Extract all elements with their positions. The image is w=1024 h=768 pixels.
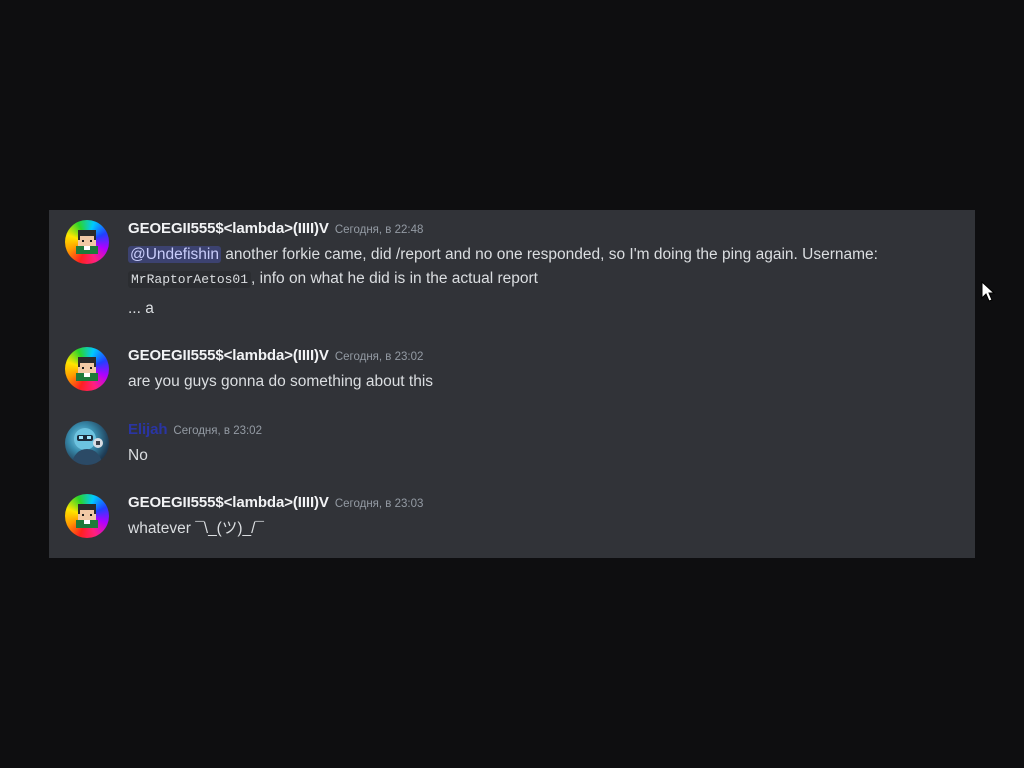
user-avatar[interactable] bbox=[65, 494, 109, 538]
user-mention[interactable]: @Undefishin bbox=[128, 246, 221, 263]
username[interactable]: Elijah bbox=[128, 421, 168, 438]
chat-message-panel: GEOEGII555$<lambda>(IIII)V Сегодня, в 22:… bbox=[49, 210, 975, 558]
message-group-4: GEOEGII555$<lambda>(IIII)V Сегодня, в 23:… bbox=[49, 487, 975, 547]
pixel-face-icon bbox=[76, 504, 98, 528]
pixel-face-icon bbox=[76, 230, 98, 254]
message-text: No bbox=[128, 447, 148, 464]
timestamp[interactable]: Сегодня, в 22:48 bbox=[335, 224, 424, 236]
message-content: ... a bbox=[128, 297, 968, 321]
message-header: Elijah Сегодня, в 23:02 bbox=[128, 421, 262, 441]
username[interactable]: GEOEGII555$<lambda>(IIII)V bbox=[128, 220, 329, 237]
message-text: , info on what he did is in the actual r… bbox=[251, 270, 538, 287]
user-avatar[interactable] bbox=[65, 220, 109, 264]
message-content: No bbox=[128, 444, 968, 468]
inline-code: MrRaptorAetos01 bbox=[128, 271, 252, 288]
timestamp[interactable]: Сегодня, в 23:02 bbox=[173, 425, 262, 437]
message-content: are you guys gonna do something about th… bbox=[128, 370, 968, 394]
user-avatar[interactable] bbox=[65, 421, 109, 465]
mouse-pointer-icon bbox=[981, 281, 995, 302]
message-text: are you guys gonna do something about th… bbox=[128, 373, 434, 390]
message-text: another forkie came, did /report and no … bbox=[220, 246, 878, 263]
helmet-character-icon bbox=[71, 428, 103, 465]
username[interactable]: GEOEGII555$<lambda>(IIII)V bbox=[128, 494, 329, 511]
timestamp[interactable]: Сегодня, в 23:02 bbox=[335, 351, 424, 363]
pixel-face-icon bbox=[76, 357, 98, 381]
message-text: whatever ¯\_(ツ)_/¯ bbox=[128, 520, 264, 537]
message-group-2: GEOEGII555$<lambda>(IIII)V Сегодня, в 23:… bbox=[49, 340, 975, 400]
message-header: GEOEGII555$<lambda>(IIII)V Сегодня, в 23:… bbox=[128, 494, 423, 514]
message-content: @Undefishin another forkie came, did /re… bbox=[128, 243, 968, 292]
username[interactable]: GEOEGII555$<lambda>(IIII)V bbox=[128, 347, 329, 364]
message-header: GEOEGII555$<lambda>(IIII)V Сегодня, в 22:… bbox=[128, 220, 423, 240]
message-header: GEOEGII555$<lambda>(IIII)V Сегодня, в 23:… bbox=[128, 347, 423, 367]
timestamp[interactable]: Сегодня, в 23:03 bbox=[335, 498, 424, 510]
message-group-3: Elijah Сегодня, в 23:02 No bbox=[49, 414, 975, 474]
message-text: ... a bbox=[128, 300, 154, 317]
message-group-1: GEOEGII555$<lambda>(IIII)V Сегодня, в 22:… bbox=[49, 210, 975, 330]
message-content: whatever ¯\_(ツ)_/¯ bbox=[128, 517, 968, 541]
user-avatar[interactable] bbox=[65, 347, 109, 391]
